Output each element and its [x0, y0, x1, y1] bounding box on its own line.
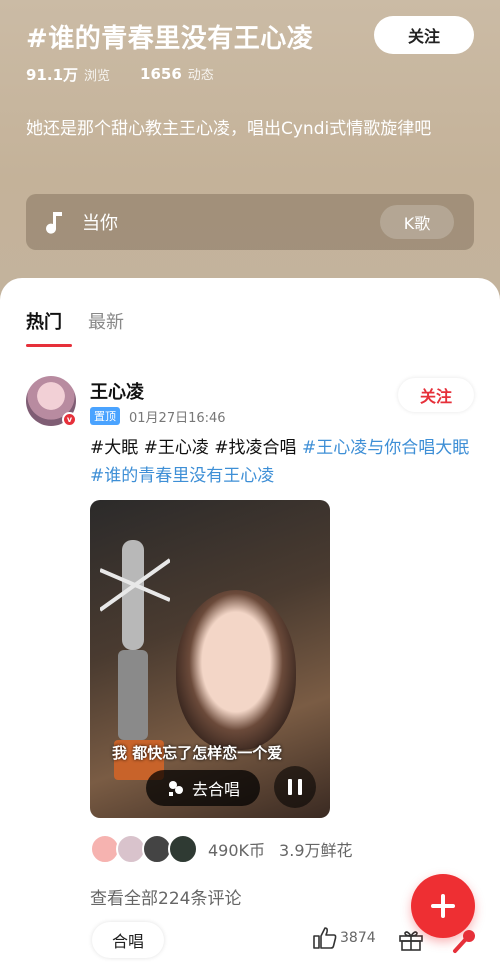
song-bar[interactable]: 当你 K歌: [26, 194, 474, 250]
gift-sender-avatar: [168, 834, 198, 864]
post-text: #大眠 #王心凌 #找凌合唱 #王心凌与你合唱大眠 #谁的青春里没有王心凌: [90, 434, 480, 490]
views-stat: 91.1万 浏览: [26, 64, 110, 85]
pause-icon: [288, 779, 302, 795]
pinned-badge: 置顶: [90, 407, 120, 425]
tab-latest[interactable]: 最新: [88, 308, 124, 334]
follow-user-button[interactable]: 关注: [398, 378, 474, 412]
singer-image: [176, 590, 296, 750]
posts-label: 动态: [187, 68, 214, 83]
pause-button[interactable]: [274, 766, 316, 808]
duet-label: 去合唱: [191, 780, 240, 799]
views-value: 91.1万: [26, 66, 79, 84]
video-player[interactable]: 我 都快忘了怎样恋一个爱 去合唱: [90, 500, 330, 818]
gifts-row[interactable]: 490K币 3.9万鲜花: [90, 834, 353, 864]
views-label: 浏览: [84, 69, 111, 84]
duet-icon: [168, 781, 183, 796]
like-count: 3874: [340, 930, 376, 946]
tab-hot[interactable]: 热门: [26, 308, 72, 347]
karaoke-button[interactable]: K歌: [380, 205, 454, 239]
follow-topic-button[interactable]: 关注: [374, 16, 474, 54]
gift-coins: 490K币: [208, 841, 266, 860]
post-time: 01月27日16:46: [129, 411, 226, 426]
feed-tabs: 热门 最新: [26, 308, 124, 347]
gift-icon[interactable]: [398, 928, 424, 952]
posts-stat: 1656 动态: [140, 64, 214, 85]
thumb-up-icon: [313, 927, 337, 949]
song-name: 当你: [82, 213, 118, 234]
gift-flowers: 3.9万鲜花: [279, 841, 353, 860]
user-name[interactable]: 王心凌: [90, 378, 144, 404]
posts-value: 1656: [140, 65, 182, 83]
plus-icon: [431, 894, 455, 918]
duet-button[interactable]: 去合唱: [146, 770, 260, 806]
create-post-button[interactable]: [411, 874, 475, 938]
topic-title: #谁的青春里没有王心凌: [26, 24, 314, 54]
music-note-icon: [46, 212, 62, 234]
content-sheet: 热门 最新 v 王心凌 置顶 01月27日16:46 关注 #大眠 #王心凌 #…: [0, 278, 500, 964]
video-subtitle: 我 都快忘了怎样恋一个爱: [112, 744, 283, 762]
like-button[interactable]: 3874: [312, 926, 376, 950]
topic-stats: 91.1万 浏览 1656 动态: [26, 64, 214, 85]
topic-description: 她还是那个甜心教主王心凌，唱出Cyndi式情歌旋律吧: [26, 119, 432, 139]
chorus-button[interactable]: 合唱: [92, 922, 164, 958]
view-comments-link[interactable]: 查看全部224条评论: [90, 884, 241, 909]
post-hashtags[interactable]: #大眠 #王心凌 #找凌合唱: [90, 438, 297, 458]
verified-icon: v: [62, 412, 77, 427]
